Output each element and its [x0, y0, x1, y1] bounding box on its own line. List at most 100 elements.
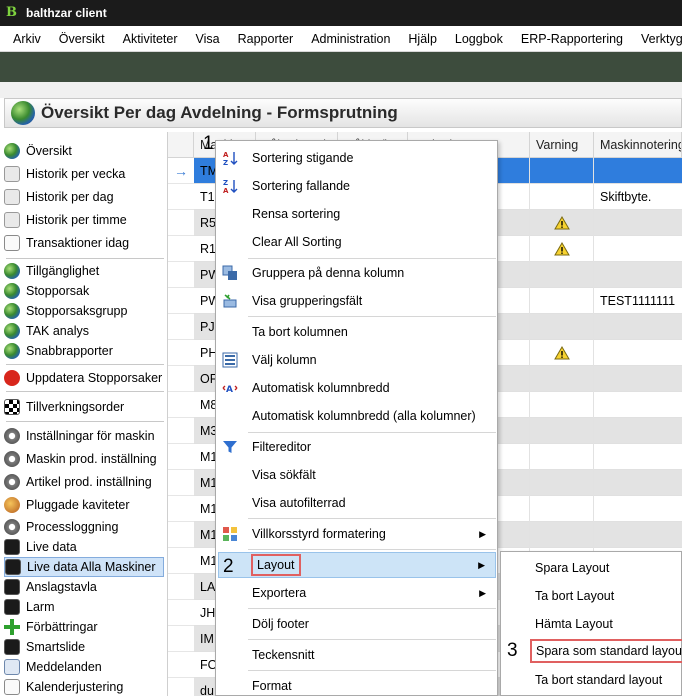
- cell-varning[interactable]: [530, 470, 594, 496]
- sidebar-item-kalenderjustering[interactable]: Kalenderjustering: [4, 677, 164, 696]
- sidebar-item-live-data-alla[interactable]: Live data Alla Maskiner: [4, 557, 164, 577]
- cell-maskinnotering[interactable]: [594, 236, 682, 262]
- row-indicator[interactable]: [168, 288, 194, 314]
- row-indicator[interactable]: [168, 600, 194, 626]
- sidebar-item-stopporsak[interactable]: Stopporsak: [4, 281, 164, 301]
- menu-arkiv[interactable]: Arkiv: [4, 32, 50, 46]
- menu-item-best-fit-all[interactable]: Automatisk kolumnbredd (alla kolumner): [218, 403, 496, 429]
- sidebar-item-transaktioner[interactable]: Transaktioner idag: [4, 233, 164, 253]
- sidebar-item-tak-analys[interactable]: TAK analys: [4, 321, 164, 341]
- cell-maskinnotering[interactable]: [594, 392, 682, 418]
- sidebar-item-maskin-prod[interactable]: Maskin prod. inställning: [4, 449, 164, 469]
- row-indicator[interactable]: [168, 184, 194, 210]
- row-indicator[interactable]: [168, 418, 194, 444]
- submenu-item-save-layout[interactable]: Spara Layout: [531, 556, 613, 580]
- menu-item-show-group-panel[interactable]: Visa grupperingsfält: [218, 288, 496, 314]
- cell-maskinnotering[interactable]: [594, 444, 682, 470]
- cell-maskinnotering[interactable]: [594, 340, 682, 366]
- menu-oversikt[interactable]: Översikt: [50, 32, 114, 46]
- menu-item-clear-sorting[interactable]: Rensa sortering: [218, 201, 496, 227]
- sidebar-item-historik-dag[interactable]: Historik per dag: [4, 187, 164, 207]
- cell-varning[interactable]: [530, 288, 594, 314]
- row-indicator[interactable]: [168, 574, 194, 600]
- cell-varning[interactable]: [530, 366, 594, 392]
- cell-maskinnotering[interactable]: [594, 470, 682, 496]
- menu-item-show-auto-filter-row[interactable]: Visa autofilterrad: [218, 490, 496, 516]
- cell-varning[interactable]: [530, 392, 594, 418]
- column-header-maskinnotering[interactable]: Maskinnotering: [594, 132, 682, 158]
- cell-maskinnotering[interactable]: [594, 522, 682, 548]
- sidebar-item-tillganglighet[interactable]: Tillgänglighet: [4, 261, 164, 281]
- cell-maskinnotering[interactable]: [594, 158, 682, 184]
- cell-maskinnotering[interactable]: TEST1111111: [594, 288, 682, 314]
- row-indicator[interactable]: [168, 262, 194, 288]
- menu-item-conditional-formatting[interactable]: Villkorsstyrd formatering ▶: [218, 521, 496, 547]
- column-header-varning[interactable]: Varning: [530, 132, 594, 158]
- cell-maskinnotering[interactable]: [594, 366, 682, 392]
- sidebar-item-installningar-maskin[interactable]: Inställningar för maskin: [4, 426, 164, 446]
- sidebar-item-snabbrapporter[interactable]: Snabbrapporter: [4, 341, 164, 361]
- sidebar-item-uppdatera-stopporsaker[interactable]: Uppdatera Stopporsaker: [4, 368, 164, 388]
- cell-maskinnotering[interactable]: [594, 314, 682, 340]
- menu-item-group-by-column[interactable]: Gruppera på denna kolumn: [218, 260, 496, 286]
- submenu-item-save-as-default-layout[interactable]: Spara som standard layout: [530, 639, 682, 663]
- sidebar-item-larm[interactable]: Larm: [4, 597, 164, 617]
- sidebar-item-historik-vecka[interactable]: Historik per vecka: [4, 164, 164, 184]
- menu-item-choose-column[interactable]: Välj kolumn: [218, 347, 496, 373]
- row-indicator[interactable]: [168, 392, 194, 418]
- cell-varning[interactable]: [530, 522, 594, 548]
- menu-item-format[interactable]: Format: [218, 673, 496, 696]
- menu-aktiviteter[interactable]: Aktiviteter: [114, 32, 187, 46]
- menu-item-sort-ascending[interactable]: AZ Sortering stigande: [218, 145, 496, 171]
- row-indicator[interactable]: [168, 236, 194, 262]
- sidebar-item-artikel-prod[interactable]: Artikel prod. inställning: [4, 472, 164, 492]
- cell-varning[interactable]: [530, 418, 594, 444]
- menu-hjalp[interactable]: Hjälp: [399, 32, 446, 46]
- menu-loggbok[interactable]: Loggbok: [446, 32, 512, 46]
- row-indicator[interactable]: [168, 340, 194, 366]
- row-indicator[interactable]: [168, 522, 194, 548]
- submenu-item-remove-default-layout[interactable]: Ta bort standard layout: [531, 668, 666, 692]
- sidebar-item-processloggning[interactable]: Processloggning: [4, 517, 164, 537]
- cell-maskinnotering[interactable]: Skiftbyte.: [594, 184, 682, 210]
- cell-varning[interactable]: [530, 496, 594, 522]
- submenu-item-load-layout[interactable]: Hämta Layout: [531, 612, 617, 636]
- menu-rapporter[interactable]: Rapporter: [229, 32, 303, 46]
- row-indicator[interactable]: [168, 210, 194, 236]
- sidebar-item-historik-timme[interactable]: Historik per timme: [4, 210, 164, 230]
- row-indicator[interactable]: [168, 444, 194, 470]
- cell-varning[interactable]: [530, 184, 594, 210]
- sidebar-item-live-data[interactable]: Live data: [4, 537, 164, 557]
- menu-item-filter-editor[interactable]: Filtereditor: [218, 434, 496, 460]
- cell-varning[interactable]: [530, 262, 594, 288]
- menu-item-layout[interactable]: Layout ▶: [218, 552, 496, 578]
- row-indicator[interactable]: [168, 366, 194, 392]
- menu-erp-rapportering[interactable]: ERP-Rapportering: [512, 32, 632, 46]
- cell-maskinnotering[interactable]: [594, 496, 682, 522]
- row-indicator[interactable]: [168, 470, 194, 496]
- row-indicator[interactable]: [168, 314, 194, 340]
- row-indicator[interactable]: [168, 678, 194, 696]
- sidebar-item-oversikt[interactable]: Översikt: [4, 141, 164, 161]
- row-indicator[interactable]: [168, 626, 194, 652]
- sidebar-item-smartslide[interactable]: Smartslide: [4, 637, 164, 657]
- cell-varning[interactable]: [530, 210, 594, 236]
- menu-item-sort-descending[interactable]: ZA Sortering fallande: [218, 173, 496, 199]
- menu-item-hide-footer[interactable]: Dölj footer: [218, 611, 496, 637]
- menu-item-show-find-panel[interactable]: Visa sökfält: [218, 462, 496, 488]
- menu-item-export[interactable]: Exportera ▶: [218, 580, 496, 606]
- cell-varning[interactable]: [530, 158, 594, 184]
- sidebar-item-stopporsaksgrupp[interactable]: Stopporsaksgrupp: [4, 301, 164, 321]
- row-indicator[interactable]: →: [168, 158, 194, 184]
- sidebar-item-tillverkningsorder[interactable]: Tillverkningsorder: [4, 397, 164, 417]
- cell-varning[interactable]: [530, 236, 594, 262]
- cell-varning[interactable]: [530, 340, 594, 366]
- menu-visa[interactable]: Visa: [187, 32, 229, 46]
- row-indicator[interactable]: [168, 652, 194, 678]
- menu-item-clear-all-sorting[interactable]: Clear All Sorting: [218, 229, 496, 255]
- menu-item-font[interactable]: Teckensnitt: [218, 642, 496, 668]
- sidebar-item-pluggade-kaviteter[interactable]: Pluggade kaviteter: [4, 495, 164, 515]
- cell-varning[interactable]: [530, 314, 594, 340]
- submenu-item-remove-layout[interactable]: Ta bort Layout: [531, 584, 618, 608]
- sidebar-item-meddelanden[interactable]: Meddelanden: [4, 657, 164, 677]
